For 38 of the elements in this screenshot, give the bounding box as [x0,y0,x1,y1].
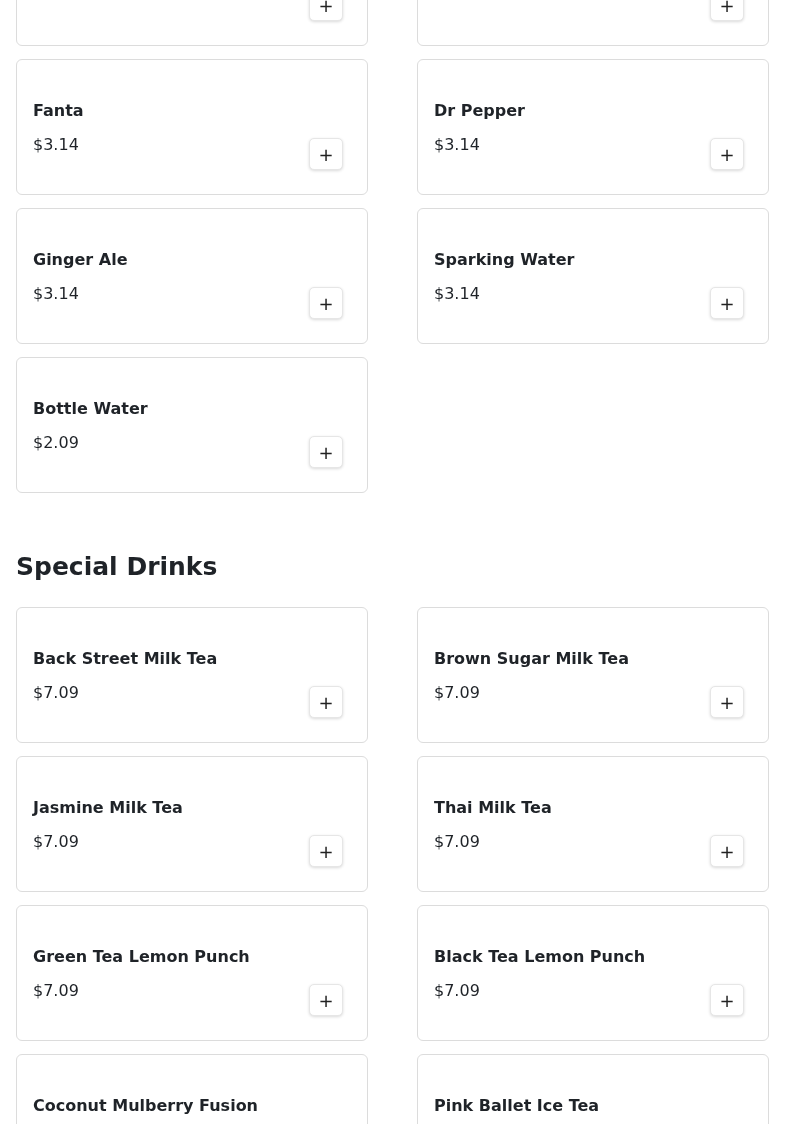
section-title: Special Drinks [16,551,219,583]
product-price: $7.09 [33,683,80,703]
product-price: $3.14 [434,284,481,304]
product-name: Dr Pepper [434,101,525,121]
product-price: $3.14 [33,284,80,304]
product-price: $3.14 [33,135,80,155]
product-name: Back Street Milk Tea [33,649,218,669]
add-button[interactable]: + [710,686,744,718]
add-button[interactable]: + [710,835,744,867]
add-button[interactable]: + [309,984,343,1016]
product-name: Black Tea Lemon Punch [434,947,646,967]
product-name: Sparking Water [434,250,575,270]
product-name: Green Tea Lemon Punch [33,947,250,967]
product-name: Bottle Water [33,399,148,419]
product-price: $7.09 [434,683,481,703]
product-price: $7.09 [33,832,80,852]
add-button[interactable]: + [309,835,343,867]
product-name: Thai Milk Tea [434,798,552,818]
add-button[interactable]: + [309,138,343,170]
add-button[interactable]: + [710,138,744,170]
product-name: Fanta [33,101,84,121]
product-name: Coconut Mulberry Fusion [33,1096,258,1116]
add-button[interactable]: + [309,0,343,21]
product-price: $2.09 [33,433,80,453]
product-price: $7.09 [434,832,481,852]
product-name: Ginger Ale [33,250,128,270]
product-name: Brown Sugar Milk Tea [434,649,629,669]
add-button[interactable]: + [309,436,343,468]
add-button[interactable]: + [309,686,343,718]
product-price: $7.09 [434,981,481,1001]
product-price: $7.09 [33,981,80,1001]
product-name: Pink Ballet Ice Tea [434,1096,600,1116]
add-button[interactable]: + [309,287,343,319]
product-price: $3.14 [434,135,481,155]
add-button[interactable]: + [710,287,744,319]
add-button[interactable]: + [710,984,744,1016]
product-name: Jasmine Milk Tea [33,798,183,818]
add-button[interactable]: + [710,0,744,21]
